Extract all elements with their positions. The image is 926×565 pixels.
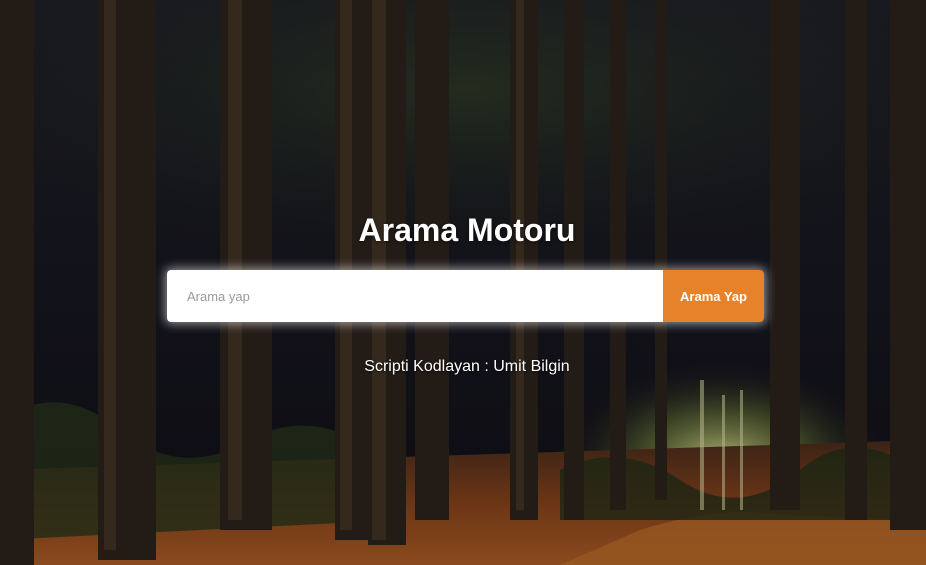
search-button[interactable]: Arama Yap xyxy=(663,270,764,322)
search-input[interactable] xyxy=(167,270,663,322)
search-form: Arama Yap xyxy=(167,270,764,322)
page-title: Arama Motoru xyxy=(358,212,576,248)
credit-text: Scripti Kodlayan : Umit Bilgin xyxy=(364,358,570,375)
